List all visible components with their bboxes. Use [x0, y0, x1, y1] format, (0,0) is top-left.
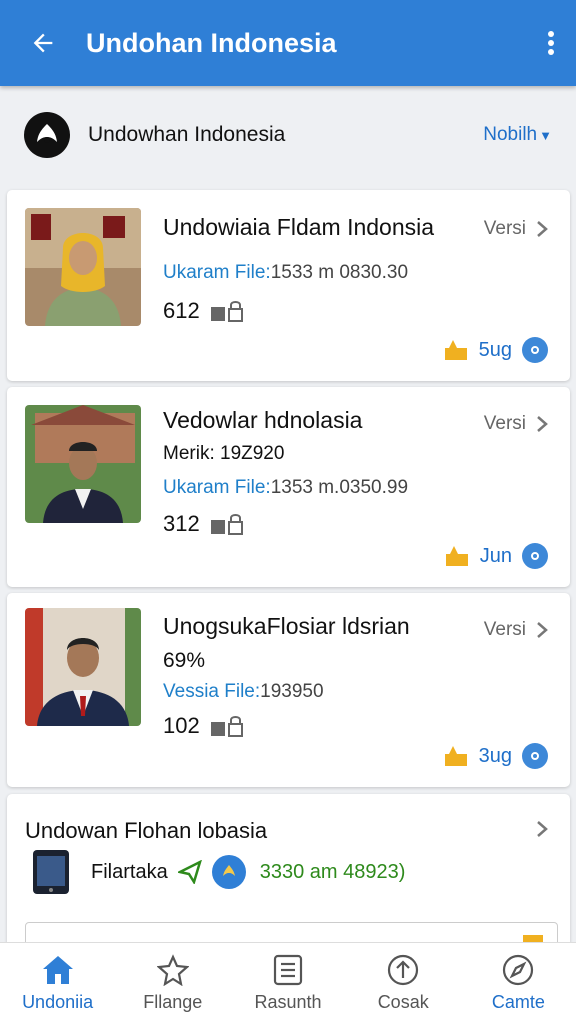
badge-dot-icon	[522, 543, 548, 569]
upload-icon	[388, 954, 419, 986]
more-menu-button[interactable]	[526, 0, 576, 86]
thumbs-up-icon	[444, 746, 467, 766]
file-value: 193950	[260, 681, 324, 702]
nav-label: Rasunth	[254, 992, 322, 1012]
chevron-right-icon	[537, 221, 548, 237]
nav-item-list[interactable]: Rasunth	[230, 943, 345, 1024]
detail-value: 3330 am 48923)	[259, 860, 406, 883]
count-value: 102	[163, 713, 200, 738]
versi-link[interactable]: Versi	[484, 218, 548, 240]
status-badge[interactable]: 5ug	[443, 337, 548, 363]
thumbs-up-icon	[444, 340, 467, 360]
meta-info: Merik: 19Z920	[163, 443, 285, 464]
star-icon	[156, 954, 189, 986]
lock-icon	[210, 716, 243, 737]
nav-label: Fllange	[143, 992, 203, 1012]
bottom-nav: Undoniia Fllange Rasunth Cosak Camte	[0, 942, 576, 1024]
nav-label: Cosak	[377, 992, 429, 1012]
badge-label: Jun	[479, 544, 512, 567]
profile-photo	[25, 608, 141, 726]
thumbs-up-icon	[445, 546, 468, 566]
page-title: Undohan Indonesia	[86, 27, 337, 58]
sort-dropdown[interactable]: Nobilh ▼	[483, 124, 552, 146]
arrow-left-icon	[33, 33, 53, 53]
nav-label: Camte	[491, 992, 545, 1012]
caret-down-icon: ▼	[539, 127, 552, 143]
garuda-logo-icon	[24, 112, 70, 158]
chevron-right-icon[interactable]	[536, 820, 548, 843]
file-info: Ukaram File:1353 m.0350.99	[163, 477, 408, 499]
card-detail-row: Filartaka 3330 am 48923)	[31, 850, 405, 894]
nav-item-home[interactable]: Undoniia	[0, 943, 115, 1024]
badge-label: 5ug	[478, 338, 512, 361]
list-card[interactable]: Undowan Flohan lobasia Filartaka 3330 am…	[7, 794, 570, 962]
more-vertical-icon	[548, 31, 554, 55]
card-title: Undowiaia Fldam Indonsia	[163, 214, 435, 240]
versi-link[interactable]: Versi	[484, 413, 548, 435]
count-row: 612	[163, 298, 244, 324]
file-value: 1353 m.0350.99	[270, 477, 409, 498]
file-label: Ukaram File:	[163, 262, 271, 283]
organization-name: Undowhan Indonesia	[88, 123, 286, 146]
detail-label: Filartaka	[91, 860, 168, 883]
app-bar: Undohan Indonesia	[0, 0, 576, 86]
file-info: Ukaram File:1533 m 0830.30	[163, 262, 408, 284]
send-icon	[177, 860, 202, 884]
nav-item-upload[interactable]: Cosak	[346, 943, 461, 1024]
status-badge[interactable]: 3ug	[443, 743, 548, 769]
sort-label: Nobilh	[483, 124, 538, 145]
list-card[interactable]: Vedowlar hdnolasia Versi Merik: 19Z920 U…	[7, 387, 570, 587]
chevron-right-icon	[537, 622, 548, 638]
chevron-right-icon	[537, 416, 548, 432]
versi-label: Versi	[483, 619, 526, 640]
compass-icon	[503, 954, 534, 986]
card-title: Vedowlar hdnolasia	[163, 407, 363, 433]
nav-item-favorites[interactable]: Fllange	[115, 943, 230, 1024]
sub-header: Undowhan Indonesia Nobilh ▼	[0, 96, 576, 174]
lock-icon	[210, 514, 243, 535]
lock-icon	[210, 301, 243, 322]
nav-label: Undoniia	[22, 992, 94, 1012]
nav-item-compass[interactable]: Camte	[461, 943, 576, 1024]
badge-dot-icon	[522, 337, 548, 363]
card-title: UnogsukaFlosiar ldsrian	[163, 613, 410, 639]
profile-photo	[25, 405, 141, 523]
list-card[interactable]: Undowiaia Fldam Indonsia Versi Ukaram Fi…	[7, 190, 570, 381]
badge-dot-icon	[522, 743, 548, 769]
globe-icon	[211, 855, 246, 889]
count-value: 312	[163, 511, 200, 536]
file-label: Ukaram File:	[163, 477, 271, 498]
status-badge[interactable]: Jun	[444, 543, 548, 569]
home-icon	[42, 956, 73, 984]
versi-label: Versi	[483, 413, 526, 434]
meta-info: 69%	[163, 649, 206, 672]
file-label: Vessia File:	[163, 681, 261, 702]
back-button[interactable]	[0, 0, 86, 86]
card-title: Undowan Flohan lobasia	[25, 818, 268, 843]
versi-label: Versi	[483, 218, 526, 239]
badge-label: 3ug	[478, 744, 512, 767]
list-icon	[273, 954, 303, 986]
file-info: Vessia File:193950	[163, 681, 324, 703]
count-row: 102	[163, 713, 244, 739]
profile-photo	[25, 208, 141, 326]
phone-thumbnail-icon	[33, 850, 69, 894]
count-row: 312	[163, 511, 244, 537]
versi-link[interactable]: Versi	[484, 619, 548, 641]
list-card[interactable]: UnogsukaFlosiar ldsrian Versi 69% Vessia…	[7, 593, 570, 787]
count-value: 612	[163, 298, 200, 323]
file-value: 1533 m 0830.30	[270, 262, 409, 283]
